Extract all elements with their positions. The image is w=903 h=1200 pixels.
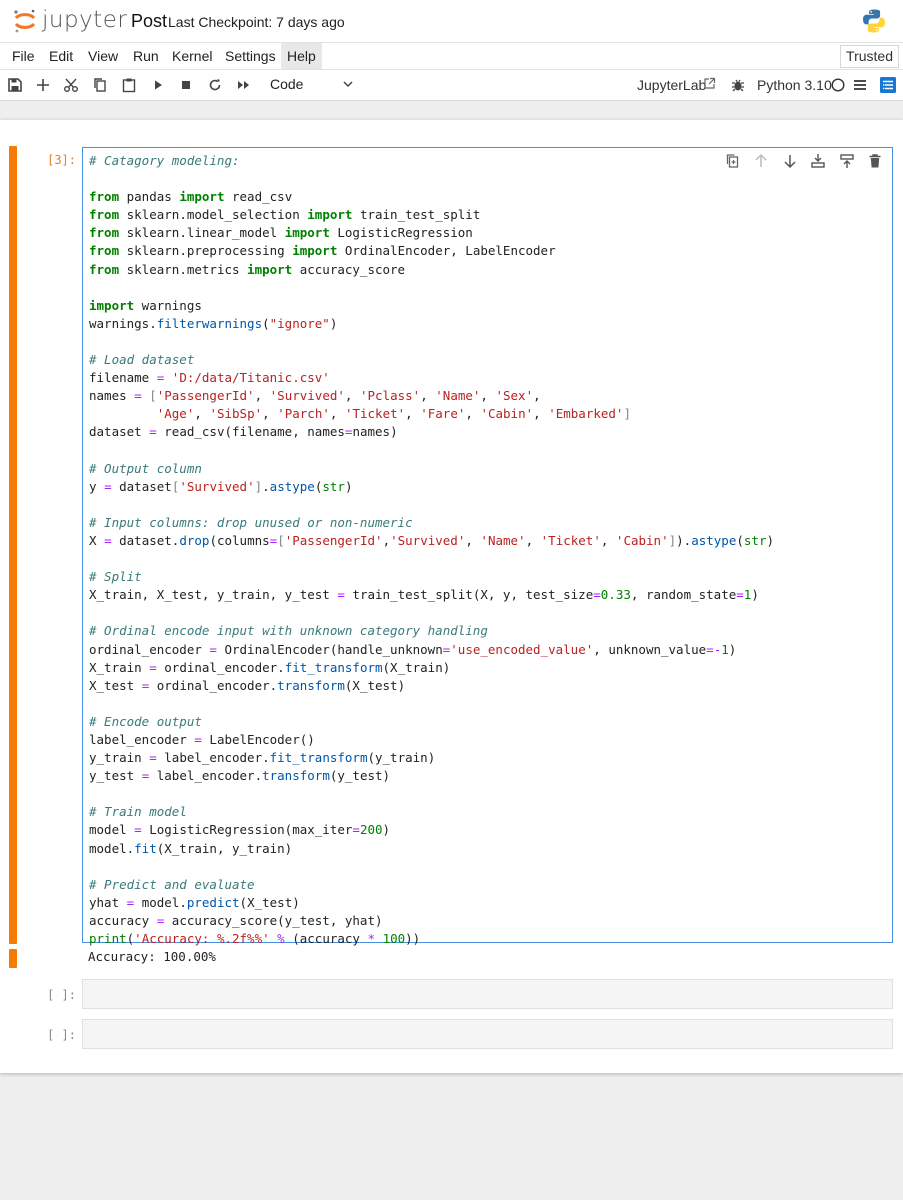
checkpoint-status: Last Checkpoint: 7 days ago: [168, 14, 345, 30]
menu-file[interactable]: File: [6, 43, 41, 69]
menu-run[interactable]: Run: [127, 43, 165, 69]
code-cell-editor[interactable]: # Catagory modeling: from pandas import …: [82, 147, 893, 946]
cell-collapser[interactable]: [9, 146, 17, 944]
cell-prompt: [ ]:: [47, 1028, 76, 1042]
cut-icon: [64, 78, 78, 92]
cell-toolbar: [724, 152, 884, 170]
restart-kernel-button[interactable]: [206, 76, 224, 94]
chevron-down-icon: [343, 81, 353, 88]
delete-cell-icon: [869, 154, 881, 168]
menu-settings[interactable]: Settings: [219, 43, 282, 69]
output-collapser[interactable]: [9, 949, 17, 968]
notebook-title[interactable]: Post: [131, 11, 167, 32]
menu-bar: File Edit View Run Kernel Settings Help …: [0, 42, 903, 70]
cell-type-select[interactable]: Code: [270, 76, 360, 94]
paste-icon: [122, 78, 136, 93]
toc-icon[interactable]: [880, 77, 896, 93]
cut-button[interactable]: [62, 76, 80, 94]
menu-view[interactable]: View: [82, 43, 124, 69]
notebook-toolbar: Code JupyterLab Python 3.10: [0, 70, 903, 101]
interrupt-kernel-button[interactable]: [177, 76, 195, 94]
run-all-icon: [238, 81, 249, 89]
delete-cell-button[interactable]: [866, 152, 884, 170]
copy-button[interactable]: [91, 76, 109, 94]
run-cell-button[interactable]: [149, 76, 167, 94]
stop-icon: [182, 81, 190, 89]
open-jupyterlab-link[interactable]: JupyterLab: [637, 77, 706, 93]
cell-type-value: Code: [270, 76, 304, 92]
duplicate-cell-button[interactable]: [724, 152, 742, 170]
add-cell-icon: [37, 79, 49, 91]
top-header: jupyter Post Last Checkpoint: 7 days ago: [0, 0, 903, 42]
cell-prompt: [ ]:: [47, 988, 76, 1002]
jupyter-logo[interactable]: jupyter: [12, 6, 127, 36]
empty-code-cell[interactable]: [82, 1019, 893, 1049]
python-logo-icon: [863, 9, 885, 33]
move-down-icon: [784, 155, 796, 169]
insert-cell-below-button[interactable]: [838, 152, 856, 170]
empty-code-cell[interactable]: [82, 979, 893, 1009]
trusted-indicator[interactable]: Trusted: [840, 45, 899, 68]
kernel-status-icon: [831, 78, 845, 92]
insert-below-icon: [840, 154, 854, 168]
jupyter-wordmark: jupyter: [42, 7, 128, 33]
kernel-name[interactable]: Python 3.10: [757, 77, 832, 93]
save-button[interactable]: [6, 76, 24, 94]
paste-button[interactable]: [120, 76, 138, 94]
restart-run-all-button[interactable]: [235, 76, 253, 94]
external-link-icon: [704, 77, 716, 89]
cell-prompt: [3]:: [47, 153, 76, 167]
save-icon: [8, 78, 22, 92]
restart-icon: [209, 79, 221, 91]
copy-icon: [94, 78, 106, 92]
code-content[interactable]: # Catagory modeling: from pandas import …: [89, 152, 774, 948]
menu-help[interactable]: Help: [281, 43, 322, 69]
insert-cell-button[interactable]: [34, 76, 52, 94]
kernel-menu-icon[interactable]: [853, 78, 867, 92]
move-cell-down-button[interactable]: [781, 152, 799, 170]
debug-icon[interactable]: [730, 77, 746, 93]
run-icon: [155, 80, 162, 90]
move-up-icon: [755, 153, 767, 167]
menu-kernel[interactable]: Kernel: [166, 43, 218, 69]
move-cell-up-button[interactable]: [752, 152, 770, 170]
duplicate-cell-icon: [726, 154, 739, 168]
cell-output: Accuracy: 100.00%: [88, 949, 216, 964]
jupyter-logo-icon: [14, 9, 36, 33]
insert-cell-above-button[interactable]: [809, 152, 827, 170]
menu-edit[interactable]: Edit: [43, 43, 79, 69]
insert-above-icon: [811, 154, 825, 168]
notebook-panel: [3]: # Catagory modeling: from pandas im…: [0, 120, 903, 1073]
